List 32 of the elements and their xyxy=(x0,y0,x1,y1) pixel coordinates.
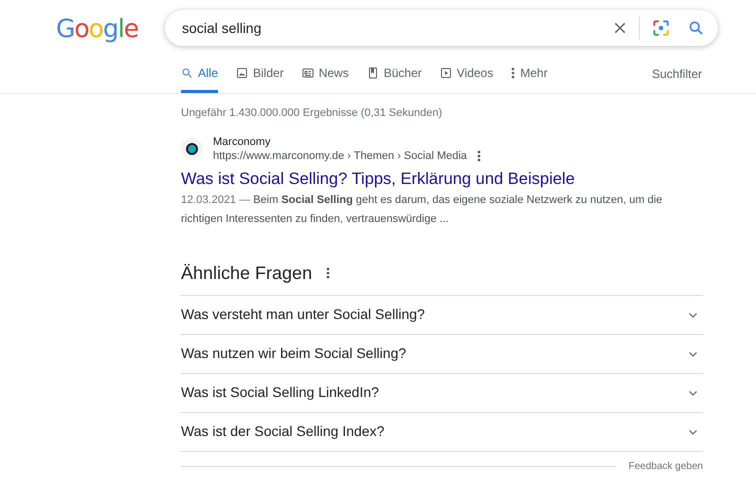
result-snippet: 12.03.2021 — Beim Social Selling geht es darum, das eigene soziale Netzwerk zu nutzen, um die richtigen Interessenten zu finden, vertrauenswürdige ... xyxy=(181,192,664,226)
clear-icon[interactable] xyxy=(613,21,627,35)
search-tab[interactable]: Bücher xyxy=(366,62,422,93)
question-row[interactable]: Was ist Social Selling LinkedIn? xyxy=(181,374,703,412)
search-tab[interactable]: Alle xyxy=(181,62,218,93)
image-icon xyxy=(236,66,248,78)
search-field[interactable]: social selling xyxy=(182,18,613,38)
result-title-link[interactable]: Was ist Social Selling? Tipps, Erklärung und Beispiele xyxy=(181,168,703,190)
question-row[interactable]: Was nutzen wir beim Social Selling? xyxy=(181,334,703,374)
result-url: https://www.marconomy.de › Themen › Social Media xyxy=(213,148,467,162)
play-icon xyxy=(440,66,452,78)
site-favicon xyxy=(181,138,203,160)
feedback-link[interactable]: Feedback geben xyxy=(628,458,703,474)
question-row[interactable]: Was versteht man unter Social Selling? xyxy=(181,296,703,334)
search-tab[interactable]: Bilder xyxy=(236,62,284,93)
google-logo[interactable]: Google xyxy=(56,16,165,40)
search-filter-link[interactable]: Suchfilter xyxy=(652,65,702,93)
news-icon xyxy=(302,66,314,78)
more-options-icon[interactable] xyxy=(326,267,330,279)
section-heading: Ähnliche Fragen xyxy=(181,262,312,285)
camera-icon[interactable] xyxy=(652,19,670,37)
search-tab[interactable]: News xyxy=(302,62,349,93)
search-icon xyxy=(181,66,193,78)
search-tab[interactable]: Mehr xyxy=(511,62,548,93)
more-options-icon[interactable] xyxy=(476,150,481,162)
question-row[interactable]: Was ist der Social Selling Index? xyxy=(181,412,703,452)
result-stats: Ungefähr 1.430.000.000 Ergebnisse (0,31 Sekunden) xyxy=(181,106,444,121)
more-icon xyxy=(511,66,516,78)
site-name: Marconomy xyxy=(213,134,272,148)
search-icon[interactable] xyxy=(688,20,704,36)
search-tab[interactable]: Videos xyxy=(440,62,494,93)
book-icon xyxy=(366,66,379,78)
